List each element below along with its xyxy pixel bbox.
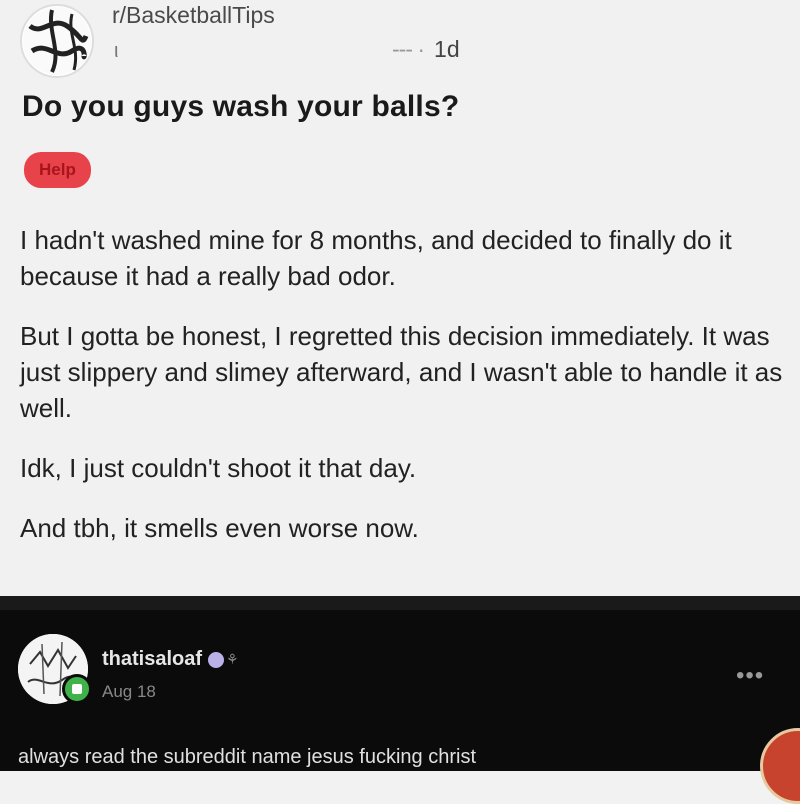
more-options-icon[interactable]: •••: [736, 662, 764, 690]
online-status-icon: [62, 674, 92, 704]
post-author[interactable]: ι: [114, 40, 118, 63]
post-title[interactable]: Do you guys wash your balls?: [22, 90, 459, 124]
comment-username[interactable]: thatisaloaf ⚘: [102, 648, 239, 671]
comment-date: Aug 18: [102, 682, 156, 701]
comment: thatisaloaf ⚘ Aug 18 ••• always read the …: [0, 610, 800, 771]
post-age: 1d: [434, 36, 460, 62]
basketball-icon: [23, 7, 91, 75]
post-paragraph: I hadn't washed mine for 8 months, and d…: [20, 225, 732, 291]
section-divider: [0, 596, 800, 610]
award-icon: ⚘: [226, 651, 239, 668]
subreddit-name[interactable]: r/BasketballTips: [112, 2, 275, 29]
comment-username-text: thatisaloaf: [102, 648, 203, 670]
post-paragraph: And tbh, it smells even worse now.: [20, 513, 419, 543]
post-paragraph: But I gotta be honest, I regretted this …: [20, 321, 783, 423]
reddit-post: r/BasketballTips ι --- · 1d Do you guys w…: [0, 0, 800, 596]
user-badge-icon: [208, 651, 225, 668]
post-body: I hadn't washed mine for 8 months, and d…: [20, 222, 800, 570]
blurred-username: --- ·: [392, 36, 425, 62]
post-flair[interactable]: Help: [24, 152, 91, 188]
comment-text: always read the subreddit name jesus fuc…: [18, 746, 477, 768]
post-paragraph: Idk, I just couldn't shoot it that day.: [20, 453, 417, 483]
subreddit-avatar[interactable]: [20, 4, 94, 78]
post-time: --- · 1d: [392, 36, 460, 63]
